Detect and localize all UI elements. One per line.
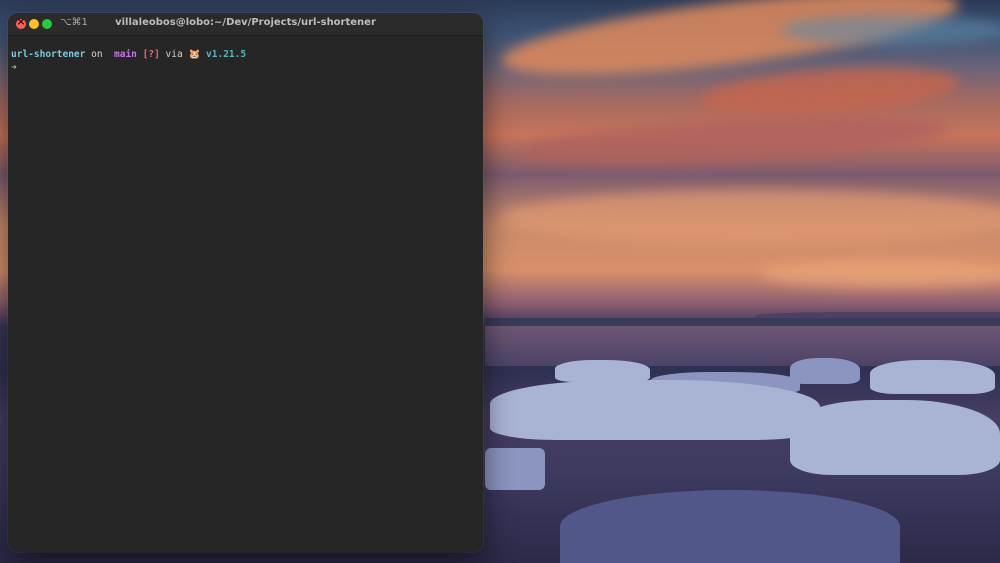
- wallpaper-ice: [790, 400, 1000, 475]
- git-branch-name: main: [114, 49, 137, 60]
- prompt-directory: url-shortener: [11, 49, 86, 60]
- wallpaper-cloud: [698, 60, 962, 124]
- wallpaper-cloud: [760, 260, 1000, 288]
- prompt-line: url-shortener on main [?] via 🐹 v1.21.5: [11, 48, 479, 61]
- wallpaper-cloud: [500, 190, 1000, 245]
- wallpaper-ice: [485, 448, 545, 490]
- wallpaper-cloud: [780, 15, 1000, 45]
- terminal-window[interactable]: ⌥⌘1 villaleobos@lobo:~/Dev/Projects/url-…: [8, 13, 483, 552]
- window-title: villaleobos@lobo:~/Dev/Projects/url-shor…: [115, 17, 376, 28]
- go-gopher-icon: 🐹: [188, 49, 201, 60]
- wallpaper-ice: [490, 380, 820, 440]
- terminal-content[interactable]: url-shortener on main [?] via 🐹 v1.21.5 ➜: [11, 48, 479, 552]
- input-line[interactable]: ➜: [11, 61, 479, 74]
- wallpaper-ice: [790, 358, 860, 384]
- wallpaper-ice: [870, 360, 995, 394]
- prompt-via-word: via: [165, 49, 183, 60]
- prompt-on-word: on: [91, 49, 103, 60]
- wallpaper-ice: [560, 490, 900, 563]
- wallpaper-cloud: [519, 108, 951, 172]
- wallpaper-horizon: [485, 318, 1000, 326]
- text-cursor: [22, 61, 28, 72]
- prompt-arrow-icon: ➜: [11, 62, 17, 73]
- wallpaper-ice: [555, 360, 650, 382]
- git-status: [?]: [142, 49, 160, 60]
- title-bar[interactable]: ⌥⌘1 villaleobos@lobo:~/Dev/Projects/url-…: [8, 13, 483, 36]
- go-version: v1.21.5: [206, 49, 247, 60]
